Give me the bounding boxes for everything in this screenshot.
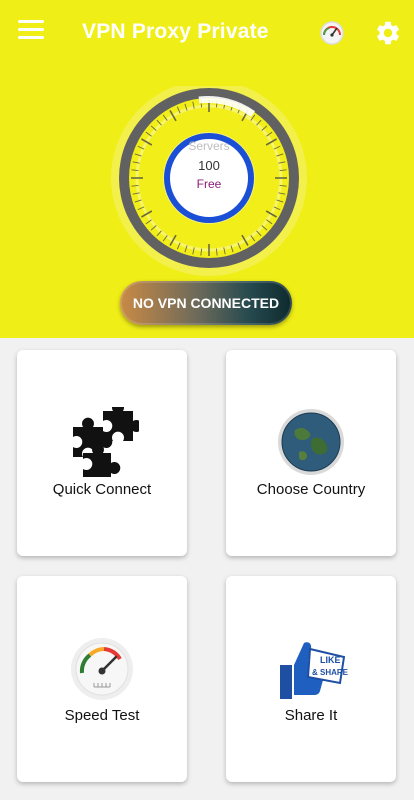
quick-connect-card[interactable]: Quick Connect	[17, 350, 187, 556]
share-it-card[interactable]: LIKE & SHARE Share It	[226, 576, 396, 782]
choose-country-label: Choose Country	[256, 481, 366, 498]
speed-test-card[interactable]: Speed Test	[17, 576, 187, 782]
puzzle-icon	[67, 401, 143, 482]
speedometer-icon[interactable]	[319, 20, 345, 46]
servers-label: Servers	[188, 139, 230, 153]
menu-icon[interactable]	[18, 20, 44, 44]
like-share-icon: LIKE & SHARE	[274, 631, 349, 710]
server-dial[interactable]: Servers 100 Free	[107, 80, 311, 276]
speed-test-label: Speed Test	[64, 707, 140, 724]
svg-text:LIKE: LIKE	[320, 655, 341, 665]
svg-text:& SHARE: & SHARE	[312, 668, 348, 677]
gear-icon[interactable]	[374, 19, 402, 47]
globe-icon	[277, 408, 345, 481]
plan-label: Free	[196, 177, 222, 191]
app-toolbar: VPN Proxy Private	[0, 0, 414, 66]
vpn-status-button[interactable]: NO VPN CONNECTED	[120, 281, 292, 325]
speedometer-icon	[70, 637, 134, 706]
app-title: VPN Proxy Private	[82, 20, 269, 43]
share-it-label: Share It	[284, 707, 338, 724]
servers-count: 100	[198, 158, 220, 173]
quick-connect-label: Quick Connect	[52, 481, 152, 498]
choose-country-card[interactable]: Choose Country	[226, 350, 396, 556]
vpn-status-text: NO VPN CONNECTED	[132, 295, 280, 311]
